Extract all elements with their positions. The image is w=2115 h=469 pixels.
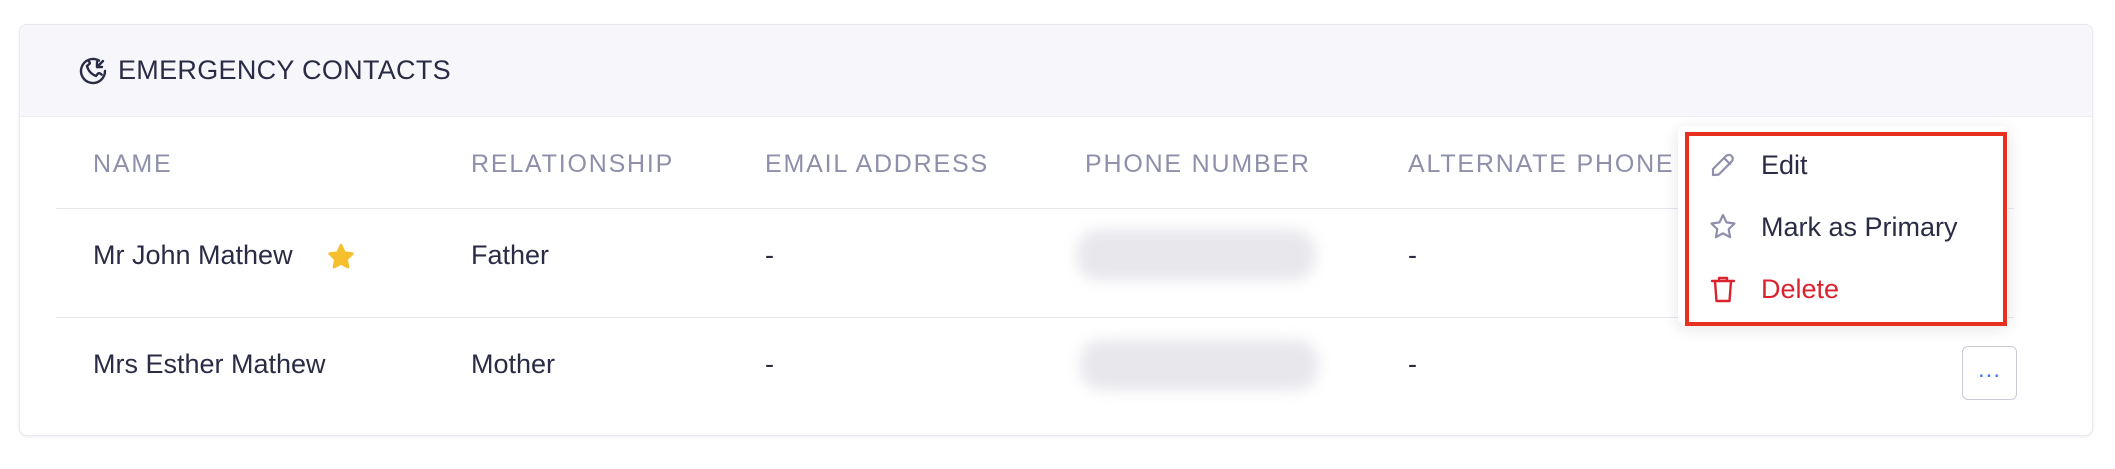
contact-relationship: Father [471, 240, 550, 270]
contact-email: - [765, 240, 774, 270]
contact-alternate-phone: - [1408, 240, 1417, 270]
card-header: EMERGENCY CONTACTS [20, 25, 2092, 117]
column-header-phone: PHONE NUMBER [1085, 150, 1311, 178]
column-header-relationship: RELATIONSHIP [471, 150, 675, 178]
contact-name: Mr John Mathew [93, 240, 293, 270]
contact-relationship: Mother [471, 349, 556, 379]
phone-number-redacted [1077, 230, 1315, 280]
column-header-email: EMAIL ADDRESS [765, 150, 989, 178]
column-header-name: NAME [93, 150, 173, 178]
contact-email: - [765, 349, 774, 379]
highlight-box [1685, 132, 2007, 326]
row-actions-button[interactable]: ... [1962, 346, 2017, 400]
contact-name: Mrs Esther Mathew [93, 349, 326, 379]
section-title: EMERGENCY CONTACTS [118, 55, 451, 85]
column-header-alternate-phone: ALTERNATE PHONE [1408, 150, 1675, 178]
phone-incoming-icon [76, 54, 110, 88]
primary-star-icon [328, 243, 354, 269]
contact-alternate-phone: - [1408, 349, 1417, 379]
phone-number-redacted [1080, 340, 1318, 390]
